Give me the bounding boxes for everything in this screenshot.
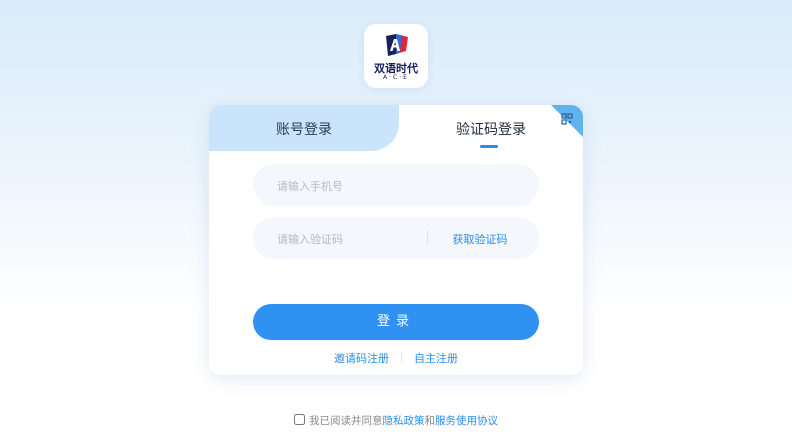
code-field: 获取验证码 <box>253 217 539 261</box>
tab-account-login[interactable]: 账号登录 <box>209 119 399 139</box>
agreement-and: 和 <box>424 415 436 427</box>
logo-subtitle: A·C·E <box>383 74 409 81</box>
app-logo: 双语时代 A·C·E <box>364 24 428 88</box>
invite-register-link[interactable]: 邀请码注册 <box>334 352 389 365</box>
login-button[interactable]: 登录 <box>253 304 539 340</box>
register-links: 邀请码注册 自主注册 <box>209 350 583 366</box>
ace-flag-logo-icon <box>386 34 408 56</box>
code-field-divider <box>427 231 428 245</box>
qr-login-switch[interactable] <box>551 105 583 137</box>
active-tab-indicator <box>480 145 498 148</box>
self-register-link[interactable]: 自主注册 <box>414 352 458 365</box>
get-code-button[interactable]: 获取验证码 <box>431 231 529 247</box>
phone-field <box>253 164 539 208</box>
phone-input[interactable] <box>275 164 519 208</box>
login-card: 账号登录 验证码登录 获取验证码 登录 邀请码注册自主注册 <box>209 105 583 375</box>
privacy-policy-link[interactable]: 隐私政策 <box>383 415 425 427</box>
agreement-checkbox[interactable] <box>294 414 305 425</box>
qr-code-icon <box>551 105 583 137</box>
links-divider <box>401 352 402 363</box>
verification-code-input[interactable] <box>275 217 429 261</box>
agreement-row: 我已阅读并同意隐私政策和服务使用协议 <box>0 413 792 428</box>
terms-of-service-link[interactable]: 服务使用协议 <box>435 415 498 427</box>
agreement-prefix: 我已阅读并同意 <box>309 415 383 427</box>
